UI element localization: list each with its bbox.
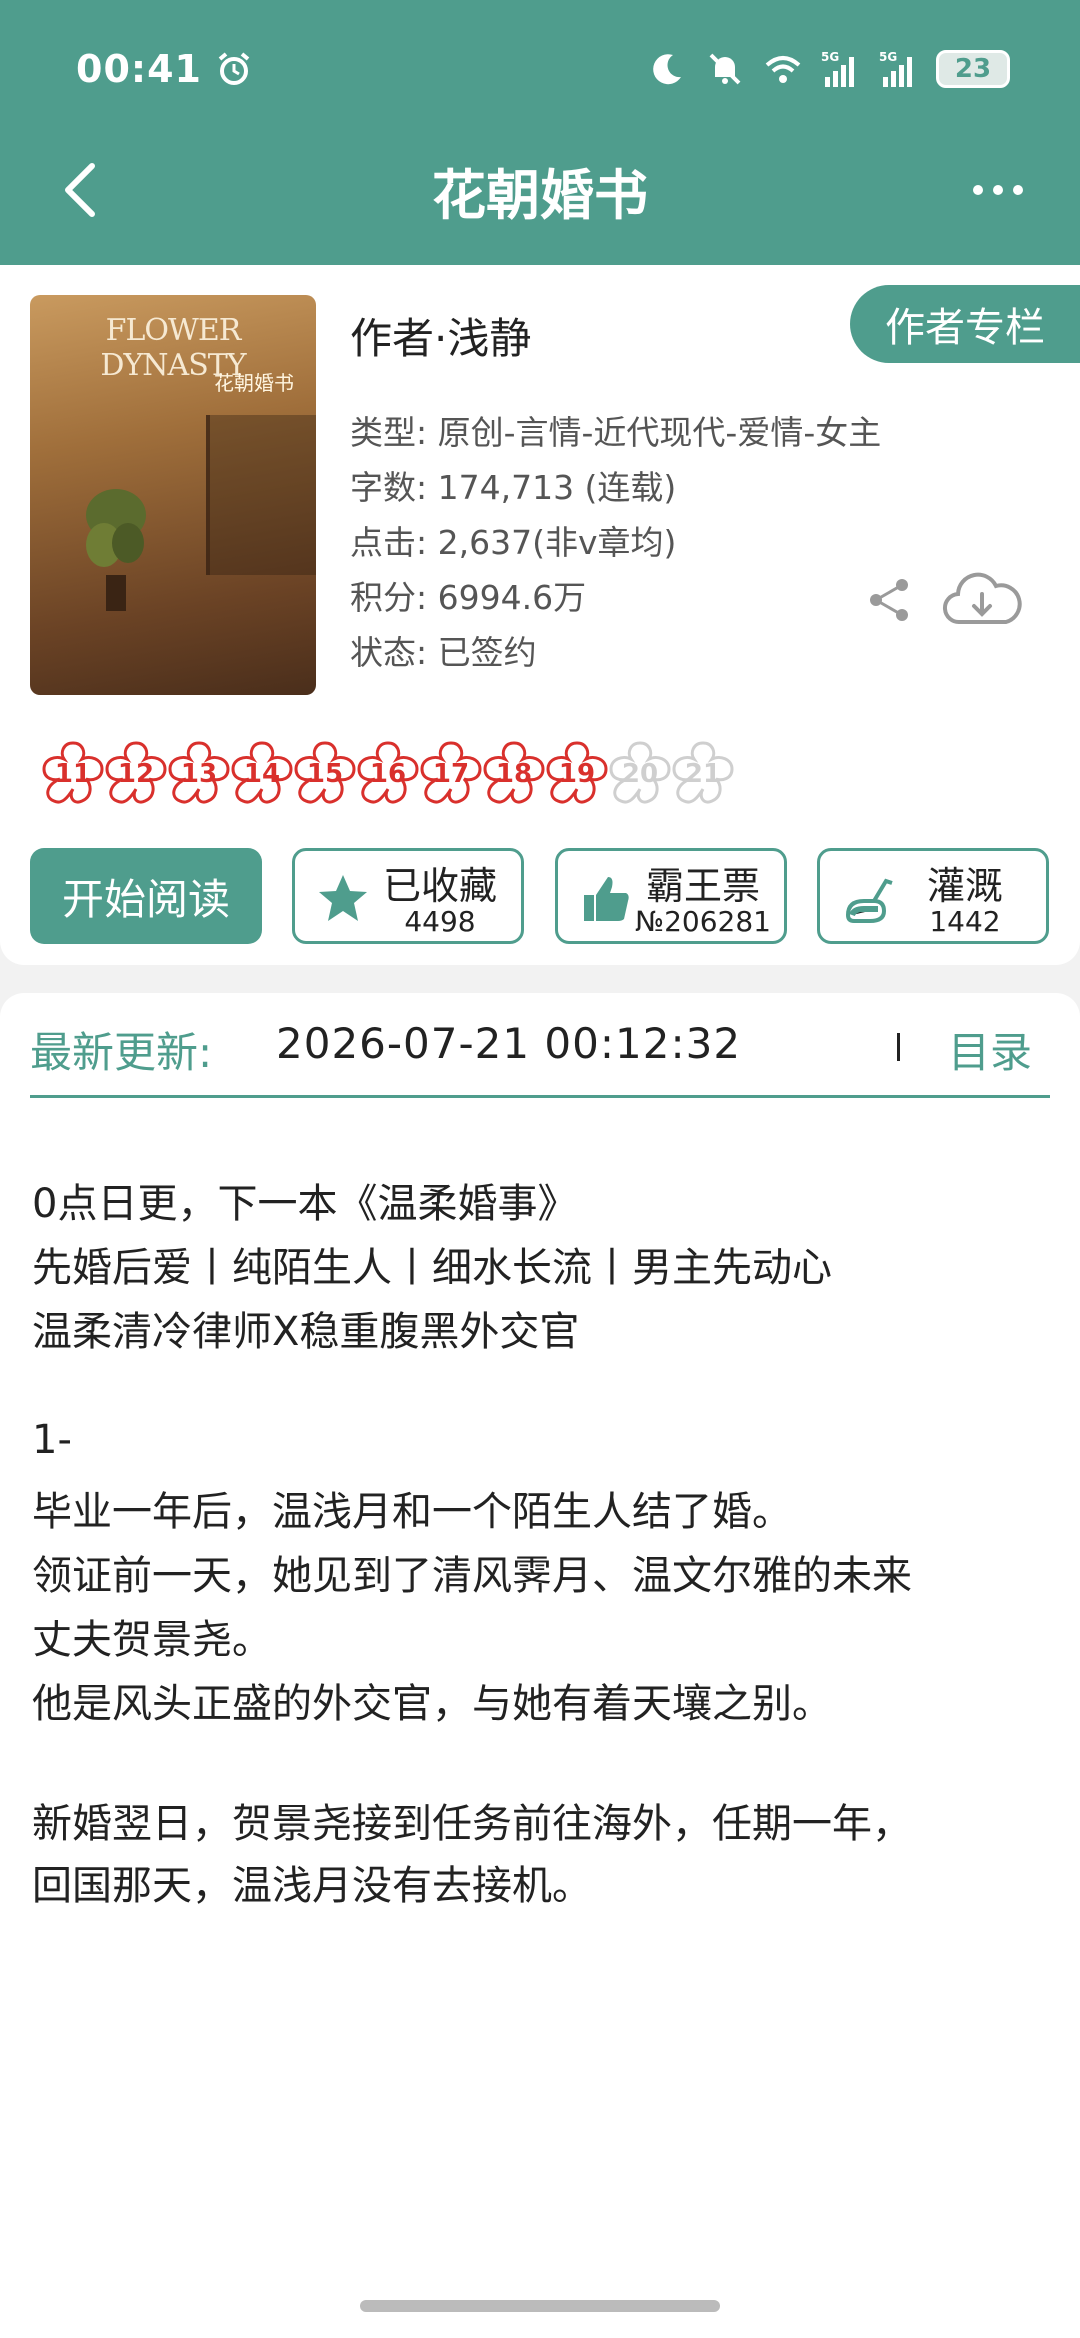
signal-5g-icon: 5G xyxy=(879,50,912,87)
download-cloud-icon[interactable] xyxy=(940,570,1024,630)
battery-indicator: 23 xyxy=(936,50,1010,88)
meta-type: 类型: 原创-言情-近代现代-爱情-女主 xyxy=(350,413,882,452)
status-time: 00:41 xyxy=(76,47,202,91)
desc-line: 回国那天，温浅月没有去接机。 xyxy=(32,1863,592,1909)
book-meta: 类型: 原创-言情-近代现代-爱情-女主 字数: 174,713 (连载) 点击… xyxy=(350,405,881,680)
meta-status: 状态: 已签约 xyxy=(350,633,537,672)
book-info-card: FLOWER DYNASTY 花朝婚书 作者·浅静 作者专栏 类型: 原创-言情… xyxy=(0,265,1080,965)
thumbs-up-icon xyxy=(584,877,629,921)
desc-line: 1- xyxy=(32,1417,72,1463)
desc-line: 新婚翌日，贺景尧接到任务前往海外，任期一年， xyxy=(32,1801,912,1847)
page-title: 花朝婚书 xyxy=(432,163,648,227)
desc-line: 丈夫贺景尧。 xyxy=(32,1617,272,1663)
more-icon[interactable] xyxy=(970,168,1026,212)
alarm-icon xyxy=(218,52,250,85)
collect-button[interactable]: 已收藏 4498 xyxy=(292,848,524,944)
app-header: 00:41 5G 5G 23 花朝婚书 xyxy=(0,0,1080,265)
divider xyxy=(897,1033,900,1061)
meta-clicks: 点击: 2,637(非v章均) xyxy=(350,523,677,562)
flower-number: 21 xyxy=(684,759,722,789)
author-name[interactable]: 作者·浅静 xyxy=(350,305,531,366)
author-column-button[interactable]: 作者专栏 xyxy=(850,285,1080,363)
bawang-ticket-button[interactable]: 霸王票 №206281 xyxy=(555,848,787,944)
cover-cn-title: 花朝婚书 xyxy=(214,371,294,395)
battery-level: 23 xyxy=(954,54,992,84)
underline xyxy=(30,1095,1050,1098)
collect-count: 4498 xyxy=(404,905,476,938)
start-reading-button[interactable]: 开始阅读 xyxy=(30,848,262,944)
watering-bottle-icon xyxy=(845,878,893,923)
latest-update-bar[interactable]: 最新更新: 2026-07-21 00:12:32 目录 xyxy=(0,993,1080,1131)
flower-badge[interactable]: 21 xyxy=(664,735,742,813)
latest-update-label: 最新更新: xyxy=(30,1028,213,1077)
wifi-icon xyxy=(765,56,801,83)
flower-rating-row: 11 12 13 14 15 16 17 18 19 20 21 xyxy=(34,735,1080,815)
share-icon[interactable] xyxy=(864,575,914,625)
water-count: 1442 xyxy=(929,905,1001,938)
water-button[interactable]: 灌溉 1442 xyxy=(817,848,1049,944)
book-cover[interactable]: FLOWER DYNASTY 花朝婚书 xyxy=(30,295,316,695)
ticket-label: 霸王票 xyxy=(645,864,760,908)
water-label: 灌溉 xyxy=(926,864,1003,908)
home-indicator[interactable] xyxy=(360,2300,720,2312)
cover-plant-illustration xyxy=(86,489,146,611)
nav-bar: 花朝婚书 xyxy=(0,140,1080,240)
meta-score: 积分: 6994.6万 xyxy=(350,578,587,617)
desc-line: 领证前一天，她见到了清风霁月、温文尔雅的未来 xyxy=(32,1553,912,1599)
latest-update-date: 2026-07-21 00:12:32 xyxy=(276,1019,742,1068)
book-description: 0点日更，下一本《温柔婚事》 先婚后爱丨纯陌生人丨细水长流丨男主先动心 温柔清冷… xyxy=(0,1131,1080,2338)
cover-window xyxy=(206,415,316,575)
desc-line: 先婚后爱丨纯陌生人丨细水长流丨男主先动心 xyxy=(32,1245,832,1291)
meta-word-count: 字数: 174,713 (连载) xyxy=(350,468,677,507)
desc-line: 他是风头正盛的外交官，与她有着天壤之别。 xyxy=(32,1681,832,1727)
table-of-contents-link[interactable]: 目录 xyxy=(948,1019,1032,1080)
desc-line: 毕业一年后，温浅月和一个陌生人结了婚。 xyxy=(32,1489,792,1535)
back-icon[interactable] xyxy=(52,158,112,222)
moon-icon xyxy=(653,54,681,85)
desc-line: 0点日更，下一本《温柔婚事》 xyxy=(32,1181,578,1227)
star-icon xyxy=(319,875,367,921)
svg-text:5G: 5G xyxy=(879,50,897,64)
collect-label: 已收藏 xyxy=(382,864,497,908)
status-bar: 00:41 5G 5G 23 xyxy=(76,44,1010,94)
desc-line: 温柔清冷律师X稳重腹黑外交官 xyxy=(32,1309,580,1355)
mute-bell-icon xyxy=(709,53,741,85)
ticket-count: №206281 xyxy=(634,905,771,938)
svg-text:5G: 5G xyxy=(821,50,839,64)
signal-5g-icon: 5G xyxy=(821,50,854,87)
